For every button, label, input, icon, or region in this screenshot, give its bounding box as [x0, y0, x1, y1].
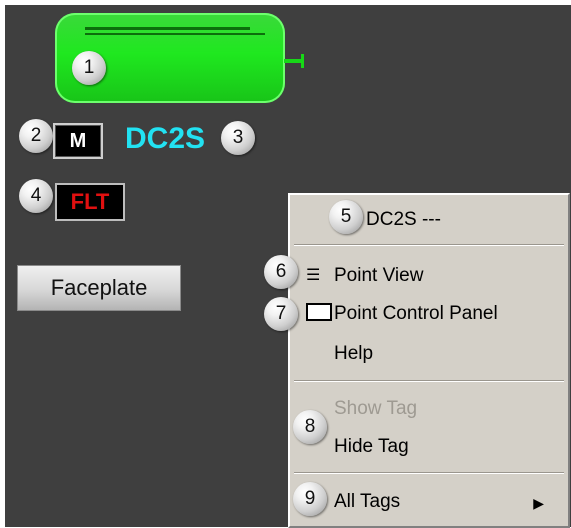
menu-item-all-tags-label: All Tags: [334, 491, 401, 512]
callout-8: 8: [293, 410, 327, 444]
tank-level-line: [85, 33, 265, 35]
callout-6: 6: [264, 255, 298, 289]
fault-status-indicator[interactable]: FLT: [55, 183, 125, 221]
menu-item-point-view[interactable]: Point View: [334, 265, 423, 287]
callout-4: 4: [19, 179, 53, 213]
control-panel-icon: [306, 303, 332, 321]
point-view-icon: ☰: [306, 267, 321, 284]
menu-separator: [294, 472, 564, 474]
menu-item-hide-tag[interactable]: Hide Tag: [334, 436, 409, 458]
menu-item-help[interactable]: Help: [334, 343, 373, 365]
callout-5: 5: [329, 200, 363, 234]
tag-name-label[interactable]: DC2S: [125, 122, 205, 156]
faceplate-button[interactable]: Faceplate: [17, 265, 181, 311]
callout-1: 1: [72, 51, 106, 85]
tank-level-line: [85, 27, 250, 30]
menu-item-header[interactable]: DC2S ---: [366, 209, 441, 231]
callout-3: 3: [221, 121, 255, 155]
graphic-canvas: 1 2 M DC2S 3 4 FLT Faceplate 5 DC2S --- …: [5, 5, 571, 528]
mode-button[interactable]: M: [53, 123, 103, 159]
callout-2: 2: [19, 119, 53, 153]
menu-separator: [294, 244, 564, 246]
menu-item-point-control-panel[interactable]: Point Control Panel: [334, 303, 498, 325]
context-menu: 5 DC2S --- 6 ☰ Point View 7 Point Contro…: [264, 193, 570, 528]
submenu-arrow-icon: ▶: [533, 495, 544, 511]
callout-9: 9: [293, 482, 327, 516]
menu-item-all-tags[interactable]: All Tags ▶: [334, 491, 554, 513]
callout-7: 7: [264, 297, 298, 331]
tank-outlet-connector: [284, 54, 304, 68]
menu-item-show-tag: Show Tag: [334, 398, 418, 419]
menu-separator: [294, 380, 564, 382]
